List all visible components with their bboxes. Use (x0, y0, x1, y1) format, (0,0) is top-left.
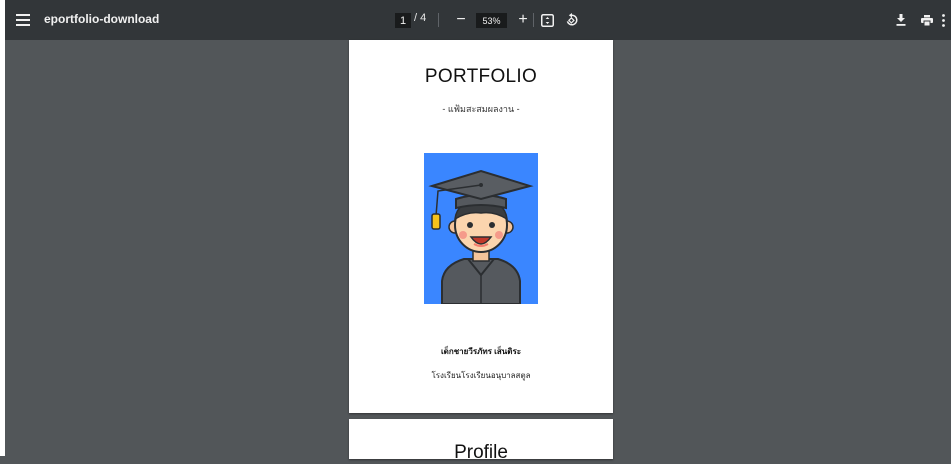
toolbar-divider (438, 13, 439, 27)
print-button[interactable] (918, 11, 936, 29)
zoom-level-input[interactable] (476, 13, 507, 28)
rotate-button[interactable] (563, 11, 581, 29)
page-total: / 4 (414, 12, 427, 24)
menu-button[interactable] (13, 10, 33, 30)
graduate-avatar-image (424, 153, 538, 304)
page-number-input[interactable] (395, 13, 411, 28)
minus-icon: − (456, 11, 466, 28)
zoom-out-button[interactable]: − (451, 10, 471, 30)
zoom-in-button[interactable]: + (513, 10, 533, 30)
document-title: eportfolio-download (44, 12, 160, 26)
print-icon (921, 14, 933, 26)
pdf-page-2: Profile (349, 419, 613, 463)
download-button[interactable] (892, 11, 910, 29)
more-options-button[interactable] (942, 11, 951, 29)
fit-to-page-button[interactable] (538, 11, 556, 29)
school-name: โรงเรียนโรงเรียนอนุบาลสตูล (431, 371, 531, 380)
plus-icon: + (518, 11, 528, 28)
pdf-page-1: PORTFOLIO - แฟ้มสะสมผลงาน - เด็กชายวีรภั… (349, 40, 613, 413)
window-edge (0, 0, 5, 456)
page-title: PORTFOLIO (424, 66, 538, 87)
rotate-icon (566, 13, 578, 26)
more-vertical-icon (942, 13, 945, 27)
page-title: Profile (454, 442, 508, 463)
download-icon (896, 14, 906, 26)
fit-to-page-icon (540, 13, 554, 27)
menu-icon (16, 14, 30, 26)
student-name: เด็กชายวีรภัทร เส็นติระ (440, 347, 522, 356)
toolbar-divider (533, 13, 534, 27)
page-subtitle: - แฟ้มสะสมผลงาน - (442, 104, 520, 114)
pdf-toolbar: eportfolio-download / 4 − + (5, 0, 951, 40)
